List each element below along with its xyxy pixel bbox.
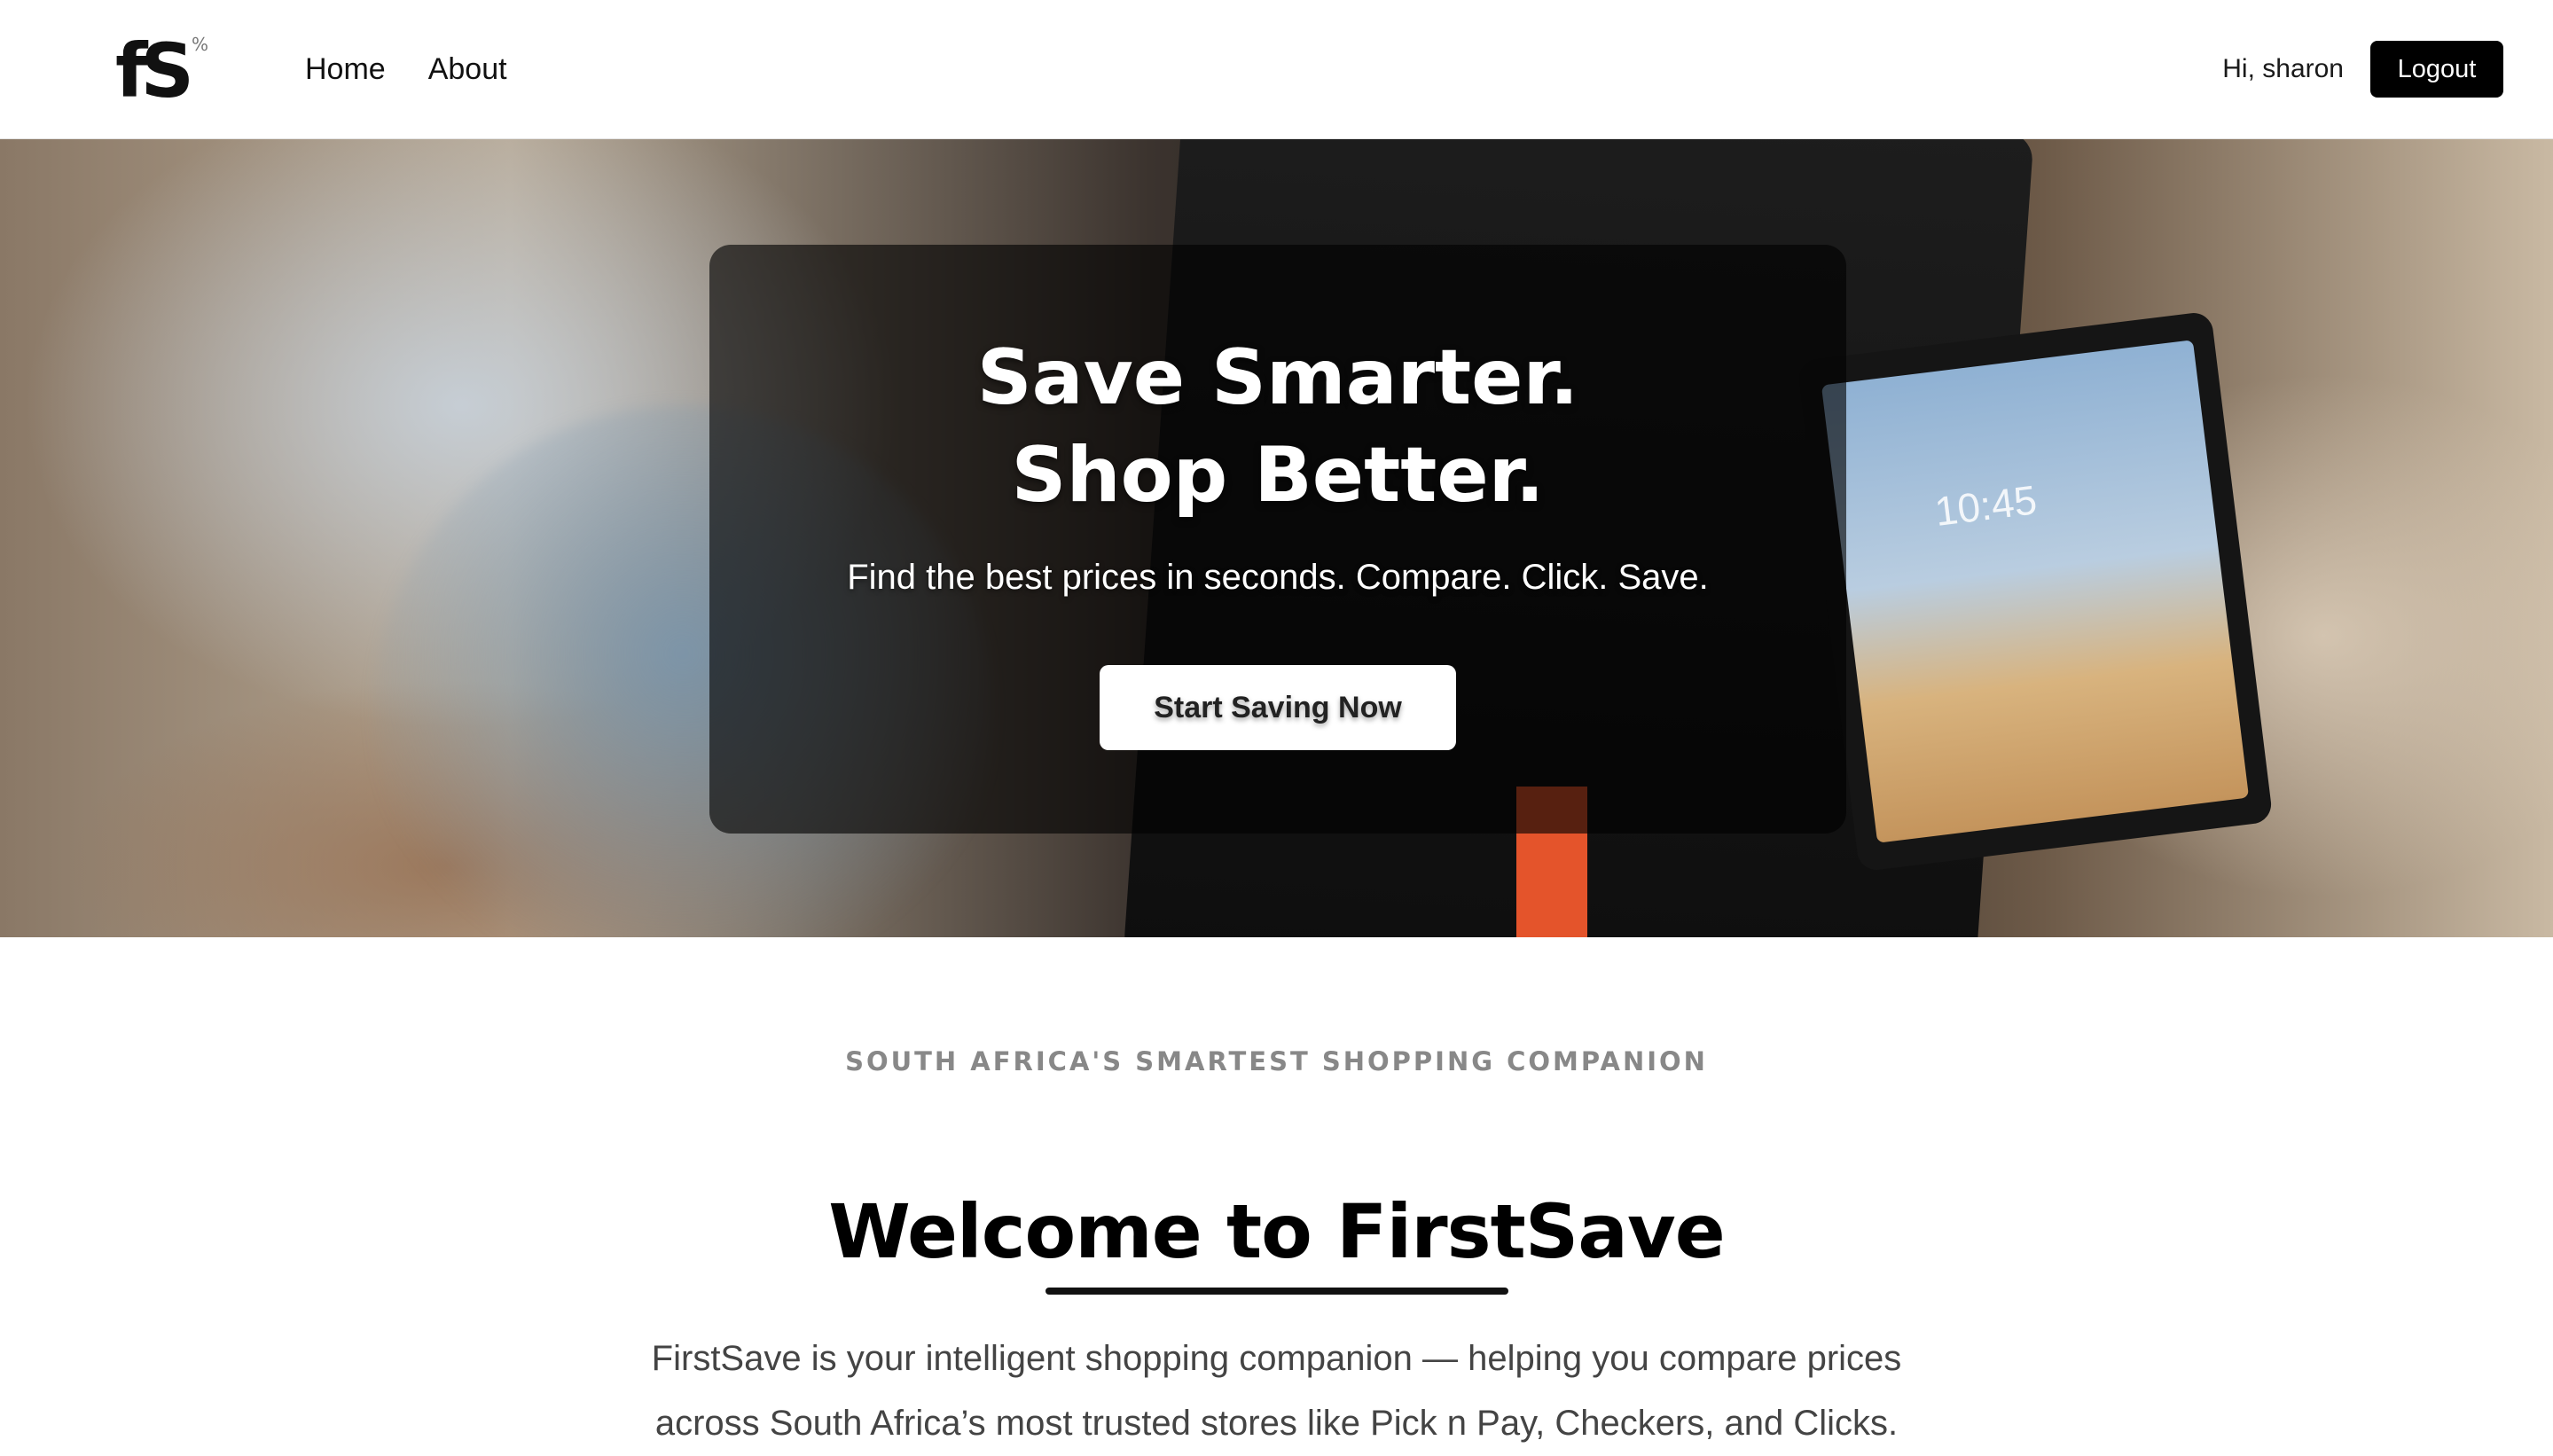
tablet-screen: 10:45 <box>1821 340 2250 843</box>
nav-home-link[interactable]: Home <box>305 46 386 92</box>
hero-background-tablet: 10:45 <box>1797 310 2274 873</box>
intro-eyebrow: SOUTH AFRICA'S SMARTEST SHOPPING COMPANI… <box>845 1046 1708 1076</box>
nav-about-link[interactable]: About <box>428 46 507 92</box>
intro-description: FirstSave is your intelligent shopping c… <box>651 1339 1902 1443</box>
logout-button[interactable]: Logout <box>2370 41 2503 98</box>
start-saving-button[interactable]: Start Saving Now <box>1100 665 1456 750</box>
firstsave-logo[interactable]: fS % <box>115 32 213 110</box>
hero-title: Save Smarter. Shop Better. <box>976 333 1579 520</box>
title-underline-divider <box>1045 1288 1508 1295</box>
hero-section: 10:45 Save Smarter. Shop Better. Find th… <box>0 139 2553 937</box>
percent-icon: % <box>192 34 209 55</box>
logo-text: fS <box>115 27 194 114</box>
tablet-clock: 10:45 <box>1932 476 2040 535</box>
hero-overlay-card: Save Smarter. Shop Better. Find the best… <box>709 245 1846 834</box>
site-header: fS % Home About Hi, sharon Logout <box>0 0 2553 139</box>
hero-subtitle: Find the best prices in seconds. Compare… <box>847 558 1709 597</box>
welcome-title: Welcome to FirstSave <box>828 1188 1725 1275</box>
user-greeting: Hi, sharon <box>2222 54 2344 83</box>
main-nav: Home About <box>305 46 507 92</box>
